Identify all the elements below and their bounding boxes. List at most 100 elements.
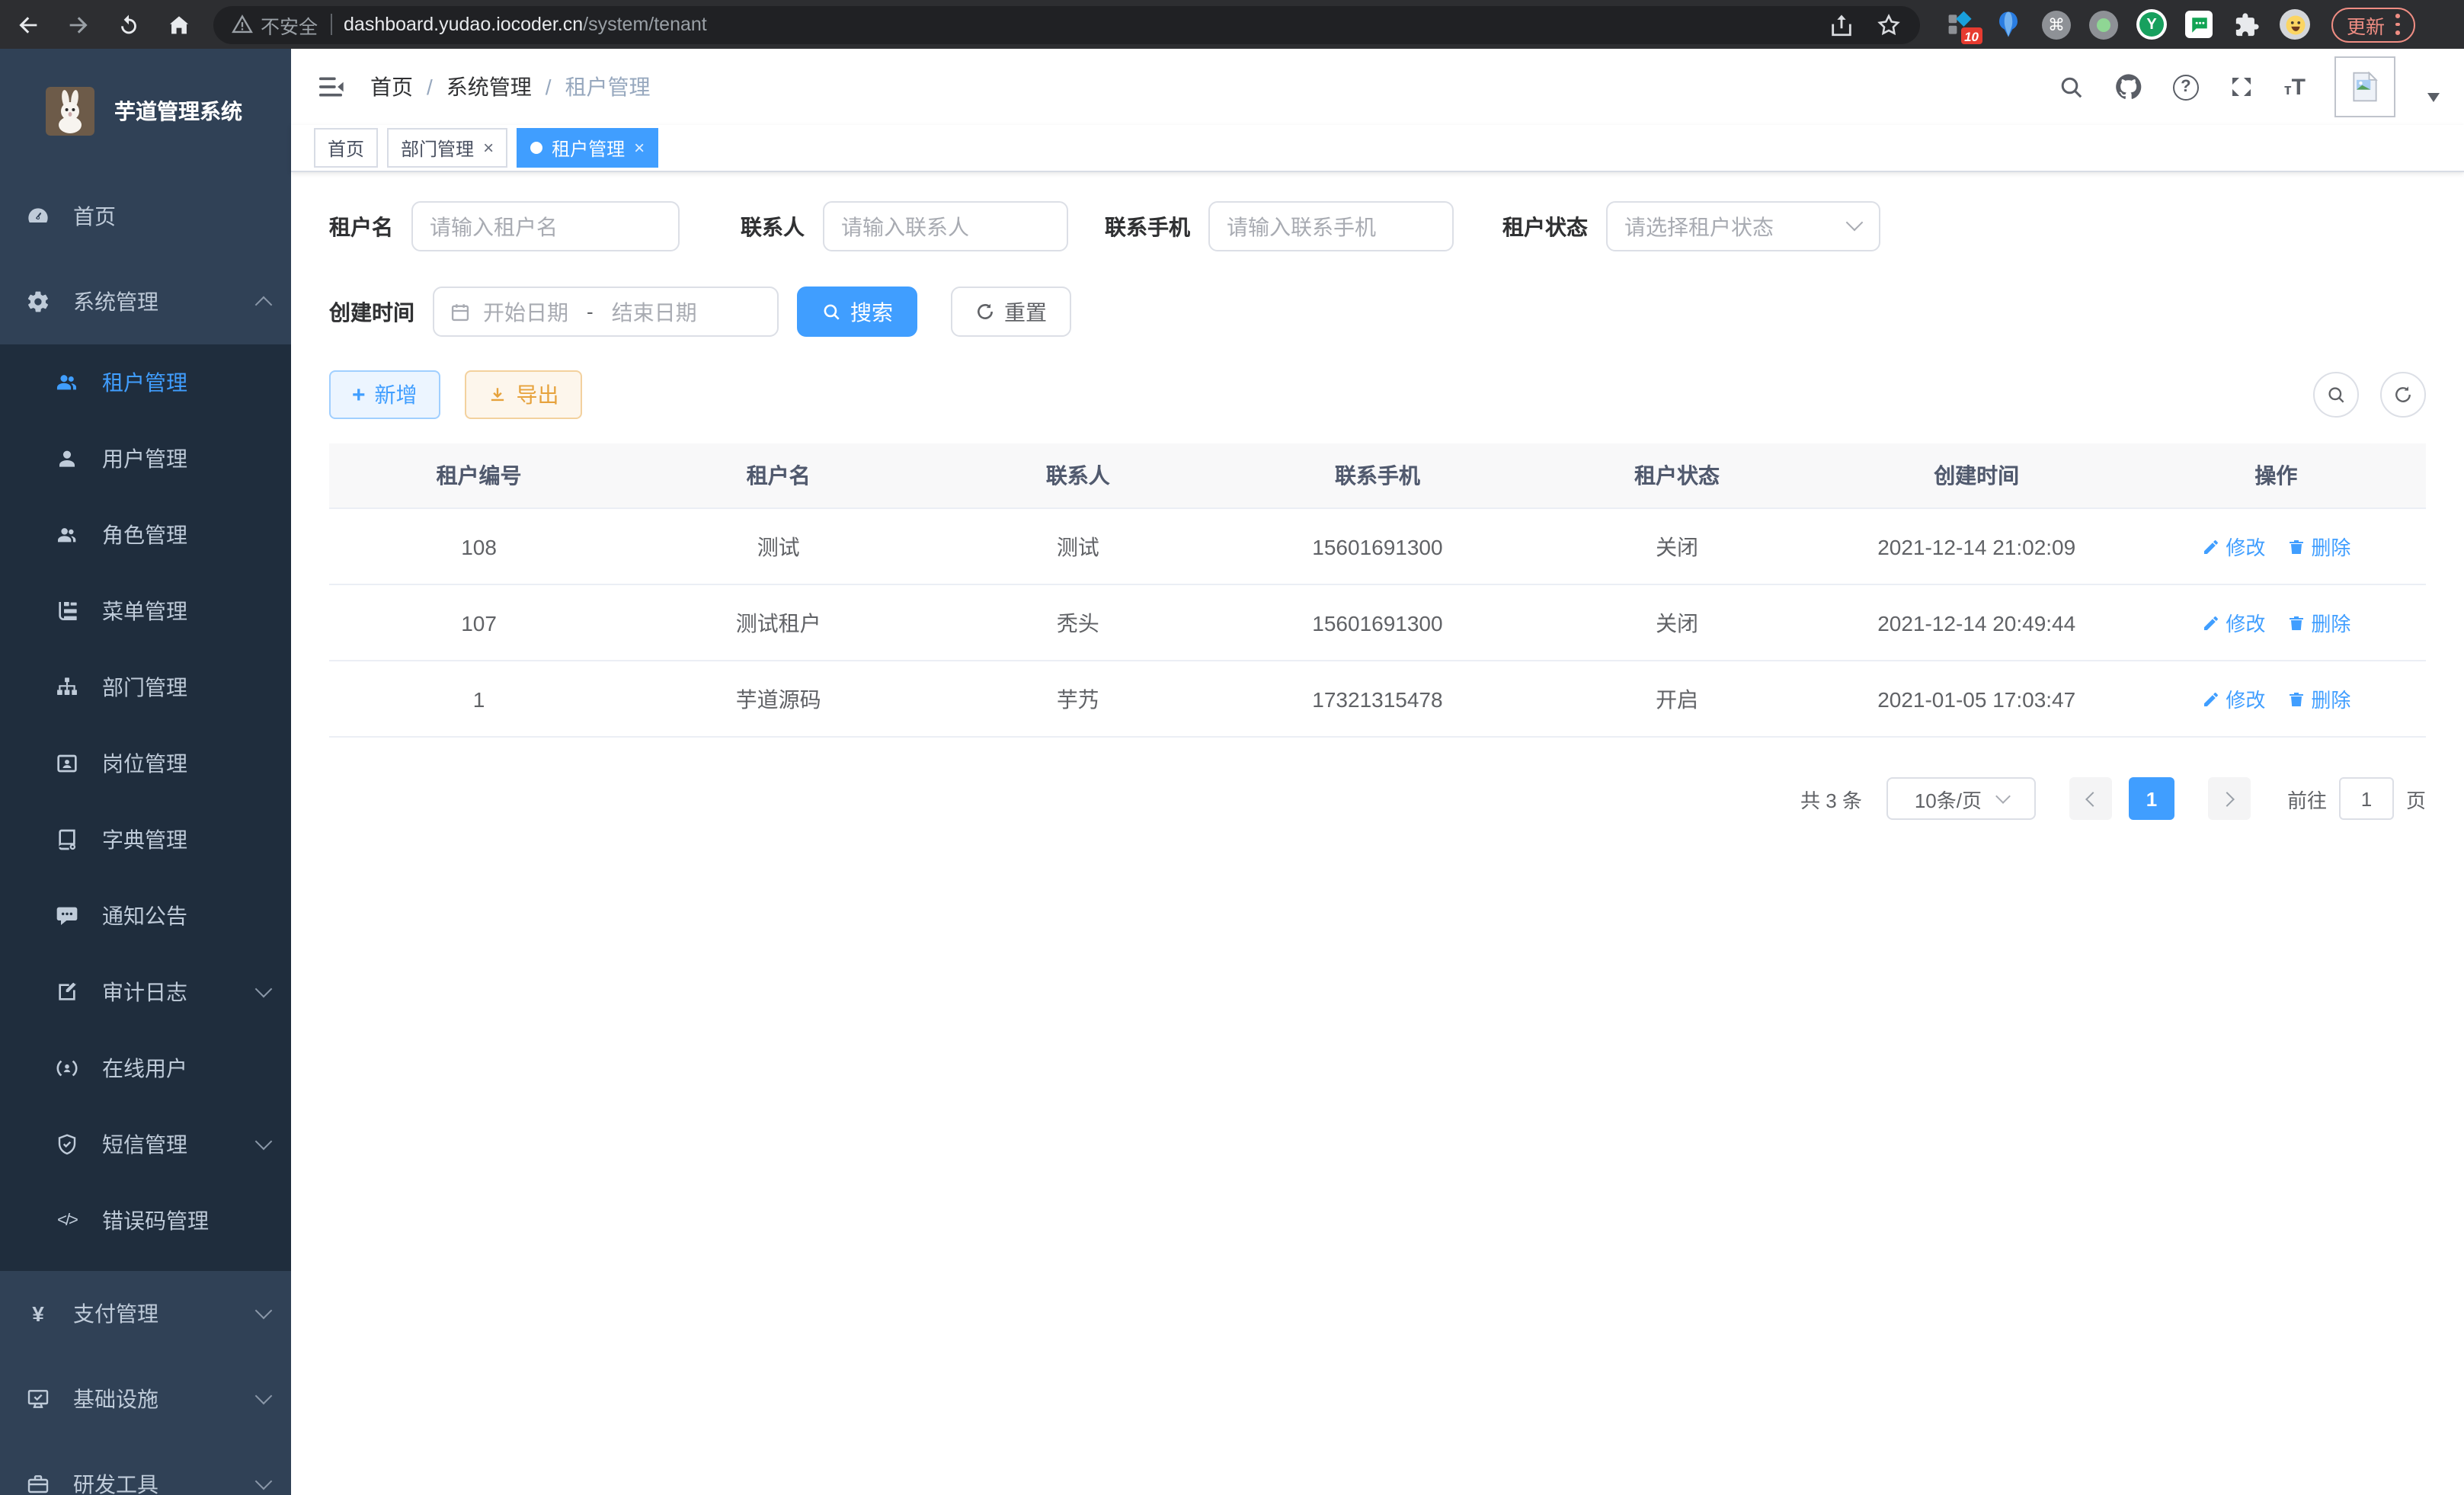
search-button[interactable]: 搜索 xyxy=(797,287,917,337)
status-select[interactable]: 请选择租户状态 xyxy=(1606,201,1880,251)
export-button[interactable]: 导出 xyxy=(465,370,582,419)
logo-row: 芋道管理系统 xyxy=(0,49,291,174)
top-navbar: 首页 / 系统管理 / 租户管理 ? тT xyxy=(291,49,2464,125)
omnibox[interactable]: 不安全 dashboard.yudao.iocoder.cn/system/te… xyxy=(213,5,1920,43)
goto-page-input[interactable] xyxy=(2339,777,2394,820)
sidebar-item-pay[interactable]: ¥ 支付管理 xyxy=(0,1271,291,1356)
share-icon[interactable] xyxy=(1829,11,1854,37)
sidebar-item-label: 错误码管理 xyxy=(102,1205,209,1236)
url-text: dashboard.yudao.iocoder.cn/system/tenant xyxy=(344,14,707,35)
sidebar-item-dict[interactable]: 字典管理 xyxy=(0,802,291,878)
caret-down-icon[interactable] xyxy=(2427,93,2440,102)
close-icon[interactable] xyxy=(483,139,494,157)
delete-link[interactable]: 删除 xyxy=(2286,608,2350,637)
page-size-select[interactable]: 10条/页 xyxy=(1886,777,2036,820)
tab-dept[interactable]: 部门管理 xyxy=(387,128,507,168)
extension-command-icon[interactable]: ⌘ xyxy=(2042,10,2071,39)
breadcrumb-system[interactable]: 系统管理 xyxy=(446,72,532,102)
tab-tenant[interactable]: 租户管理 xyxy=(517,128,658,168)
edit-link[interactable]: 修改 xyxy=(2201,684,2265,713)
search-icon[interactable] xyxy=(2057,73,2085,101)
sidebar-item-label: 通知公告 xyxy=(102,901,187,931)
date-range-picker[interactable]: 开始日期 - 结束日期 xyxy=(433,287,779,337)
url-host: dashboard.yudao.iocoder.cn xyxy=(344,14,583,35)
extensions-puzzle-icon[interactable] xyxy=(2231,9,2261,40)
security-badge[interactable]: 不安全 xyxy=(232,10,318,39)
sidebar-item-role[interactable]: 角色管理 xyxy=(0,497,291,573)
edit-link[interactable]: 修改 xyxy=(2201,532,2265,561)
mobile-input[interactable] xyxy=(1208,201,1454,251)
sidebar-item-sms[interactable]: 短信管理 xyxy=(0,1106,291,1183)
sidebar-item-tenant[interactable]: 租户管理 xyxy=(0,344,291,421)
cell-tenant-name: 芋道源码 xyxy=(629,661,928,737)
next-page-button[interactable] xyxy=(2208,777,2251,820)
add-button[interactable]: 新增 xyxy=(329,370,440,419)
chevron-up-icon xyxy=(255,296,273,314)
cell-contact: 芋艿 xyxy=(928,661,1227,737)
back-icon[interactable] xyxy=(15,11,41,37)
sidebar-item-devtools[interactable]: 研发工具 xyxy=(0,1442,291,1495)
sidebar-item-errorcode[interactable]: </> 错误码管理 xyxy=(0,1183,291,1259)
add-button-label: 新增 xyxy=(375,379,418,410)
breadcrumb-home[interactable]: 首页 xyxy=(370,72,413,102)
forward-icon[interactable] xyxy=(66,11,91,37)
notice-bubble-icon xyxy=(55,904,79,928)
tenant-table: 租户编号 租户名 联系人 联系手机 租户状态 创建时间 操作 108 测试 xyxy=(329,443,2426,738)
sidebar-item-infra[interactable]: 基础设施 xyxy=(0,1356,291,1442)
extension-avatar-emoji[interactable] xyxy=(2280,9,2310,40)
edit-link[interactable]: 修改 xyxy=(2201,608,2265,637)
sidebar-item-label: 短信管理 xyxy=(102,1129,187,1160)
url-path: /system/tenant xyxy=(583,14,707,35)
sidebar-item-menu[interactable]: 菜单管理 xyxy=(0,573,291,649)
extension-adblock-icon[interactable]: 10 xyxy=(1944,9,1975,40)
help-icon[interactable]: ? xyxy=(2173,74,2199,100)
reload-icon[interactable] xyxy=(116,11,142,37)
edit-pencil-icon xyxy=(2201,537,2219,555)
cell-tenant-id: 107 xyxy=(329,584,629,661)
sidebar-item-post[interactable]: 岗位管理 xyxy=(0,725,291,802)
extension-gray-green-icon[interactable] xyxy=(2089,10,2118,39)
sidebar-item-home[interactable]: 首页 xyxy=(0,174,291,259)
sidebar-toggle-button[interactable] xyxy=(315,72,346,102)
sidebar-item-dept[interactable]: 部门管理 xyxy=(0,649,291,725)
chevron-down-icon xyxy=(1995,788,2010,803)
bookmark-star-icon[interactable] xyxy=(1876,11,1902,37)
mobile-label: 联系手机 xyxy=(1105,211,1190,242)
sidebar-item-audit[interactable]: 审计日志 xyxy=(0,954,291,1030)
browser-menu-icon[interactable] xyxy=(2395,14,2400,35)
cell-contact: 秃头 xyxy=(928,584,1227,661)
sidebar-item-notice[interactable]: 通知公告 xyxy=(0,878,291,954)
browser-chrome: 不安全 dashboard.yudao.iocoder.cn/system/te… xyxy=(0,0,2464,49)
avatar[interactable] xyxy=(2334,56,2395,117)
col-mobile: 联系手机 xyxy=(1227,443,1527,508)
github-icon[interactable] xyxy=(2114,72,2144,102)
edit-pencil-icon xyxy=(2201,690,2219,708)
extension-chat-icon[interactable] xyxy=(2185,11,2213,38)
tenant-name-input[interactable] xyxy=(411,201,680,251)
home-icon[interactable] xyxy=(166,11,192,37)
tab-home[interactable]: 首页 xyxy=(314,128,378,168)
sidebar-item-user[interactable]: 用户管理 xyxy=(0,421,291,497)
extension-y-icon[interactable]: Y xyxy=(2136,9,2167,40)
sidebar-item-system[interactable]: 系统管理 xyxy=(0,259,291,344)
dashboard-icon xyxy=(26,204,50,229)
page-1-button[interactable]: 1 xyxy=(2129,777,2174,820)
delete-link[interactable]: 删除 xyxy=(2286,532,2350,561)
dict-book-icon xyxy=(55,828,79,852)
reset-button[interactable]: 重置 xyxy=(951,287,1071,337)
close-icon[interactable] xyxy=(634,139,645,157)
toggle-search-button[interactable] xyxy=(2313,372,2359,418)
prev-page-button[interactable] xyxy=(2069,777,2112,820)
extension-balloon-icon[interactable] xyxy=(1993,9,2024,40)
contact-input[interactable] xyxy=(823,201,1068,251)
fullscreen-icon[interactable] xyxy=(2228,73,2255,101)
status-placeholder: 请选择租户状态 xyxy=(1624,211,1774,242)
refresh-table-button[interactable] xyxy=(2380,372,2426,418)
user-icon xyxy=(55,447,79,471)
trash-icon xyxy=(2286,613,2305,632)
font-size-icon[interactable]: тT xyxy=(2284,74,2306,100)
app-title: 芋道管理系统 xyxy=(114,96,242,126)
sidebar-item-online[interactable]: 在线用户 xyxy=(0,1030,291,1106)
update-button[interactable]: 更新 xyxy=(2331,7,2415,42)
delete-link[interactable]: 删除 xyxy=(2286,684,2350,713)
